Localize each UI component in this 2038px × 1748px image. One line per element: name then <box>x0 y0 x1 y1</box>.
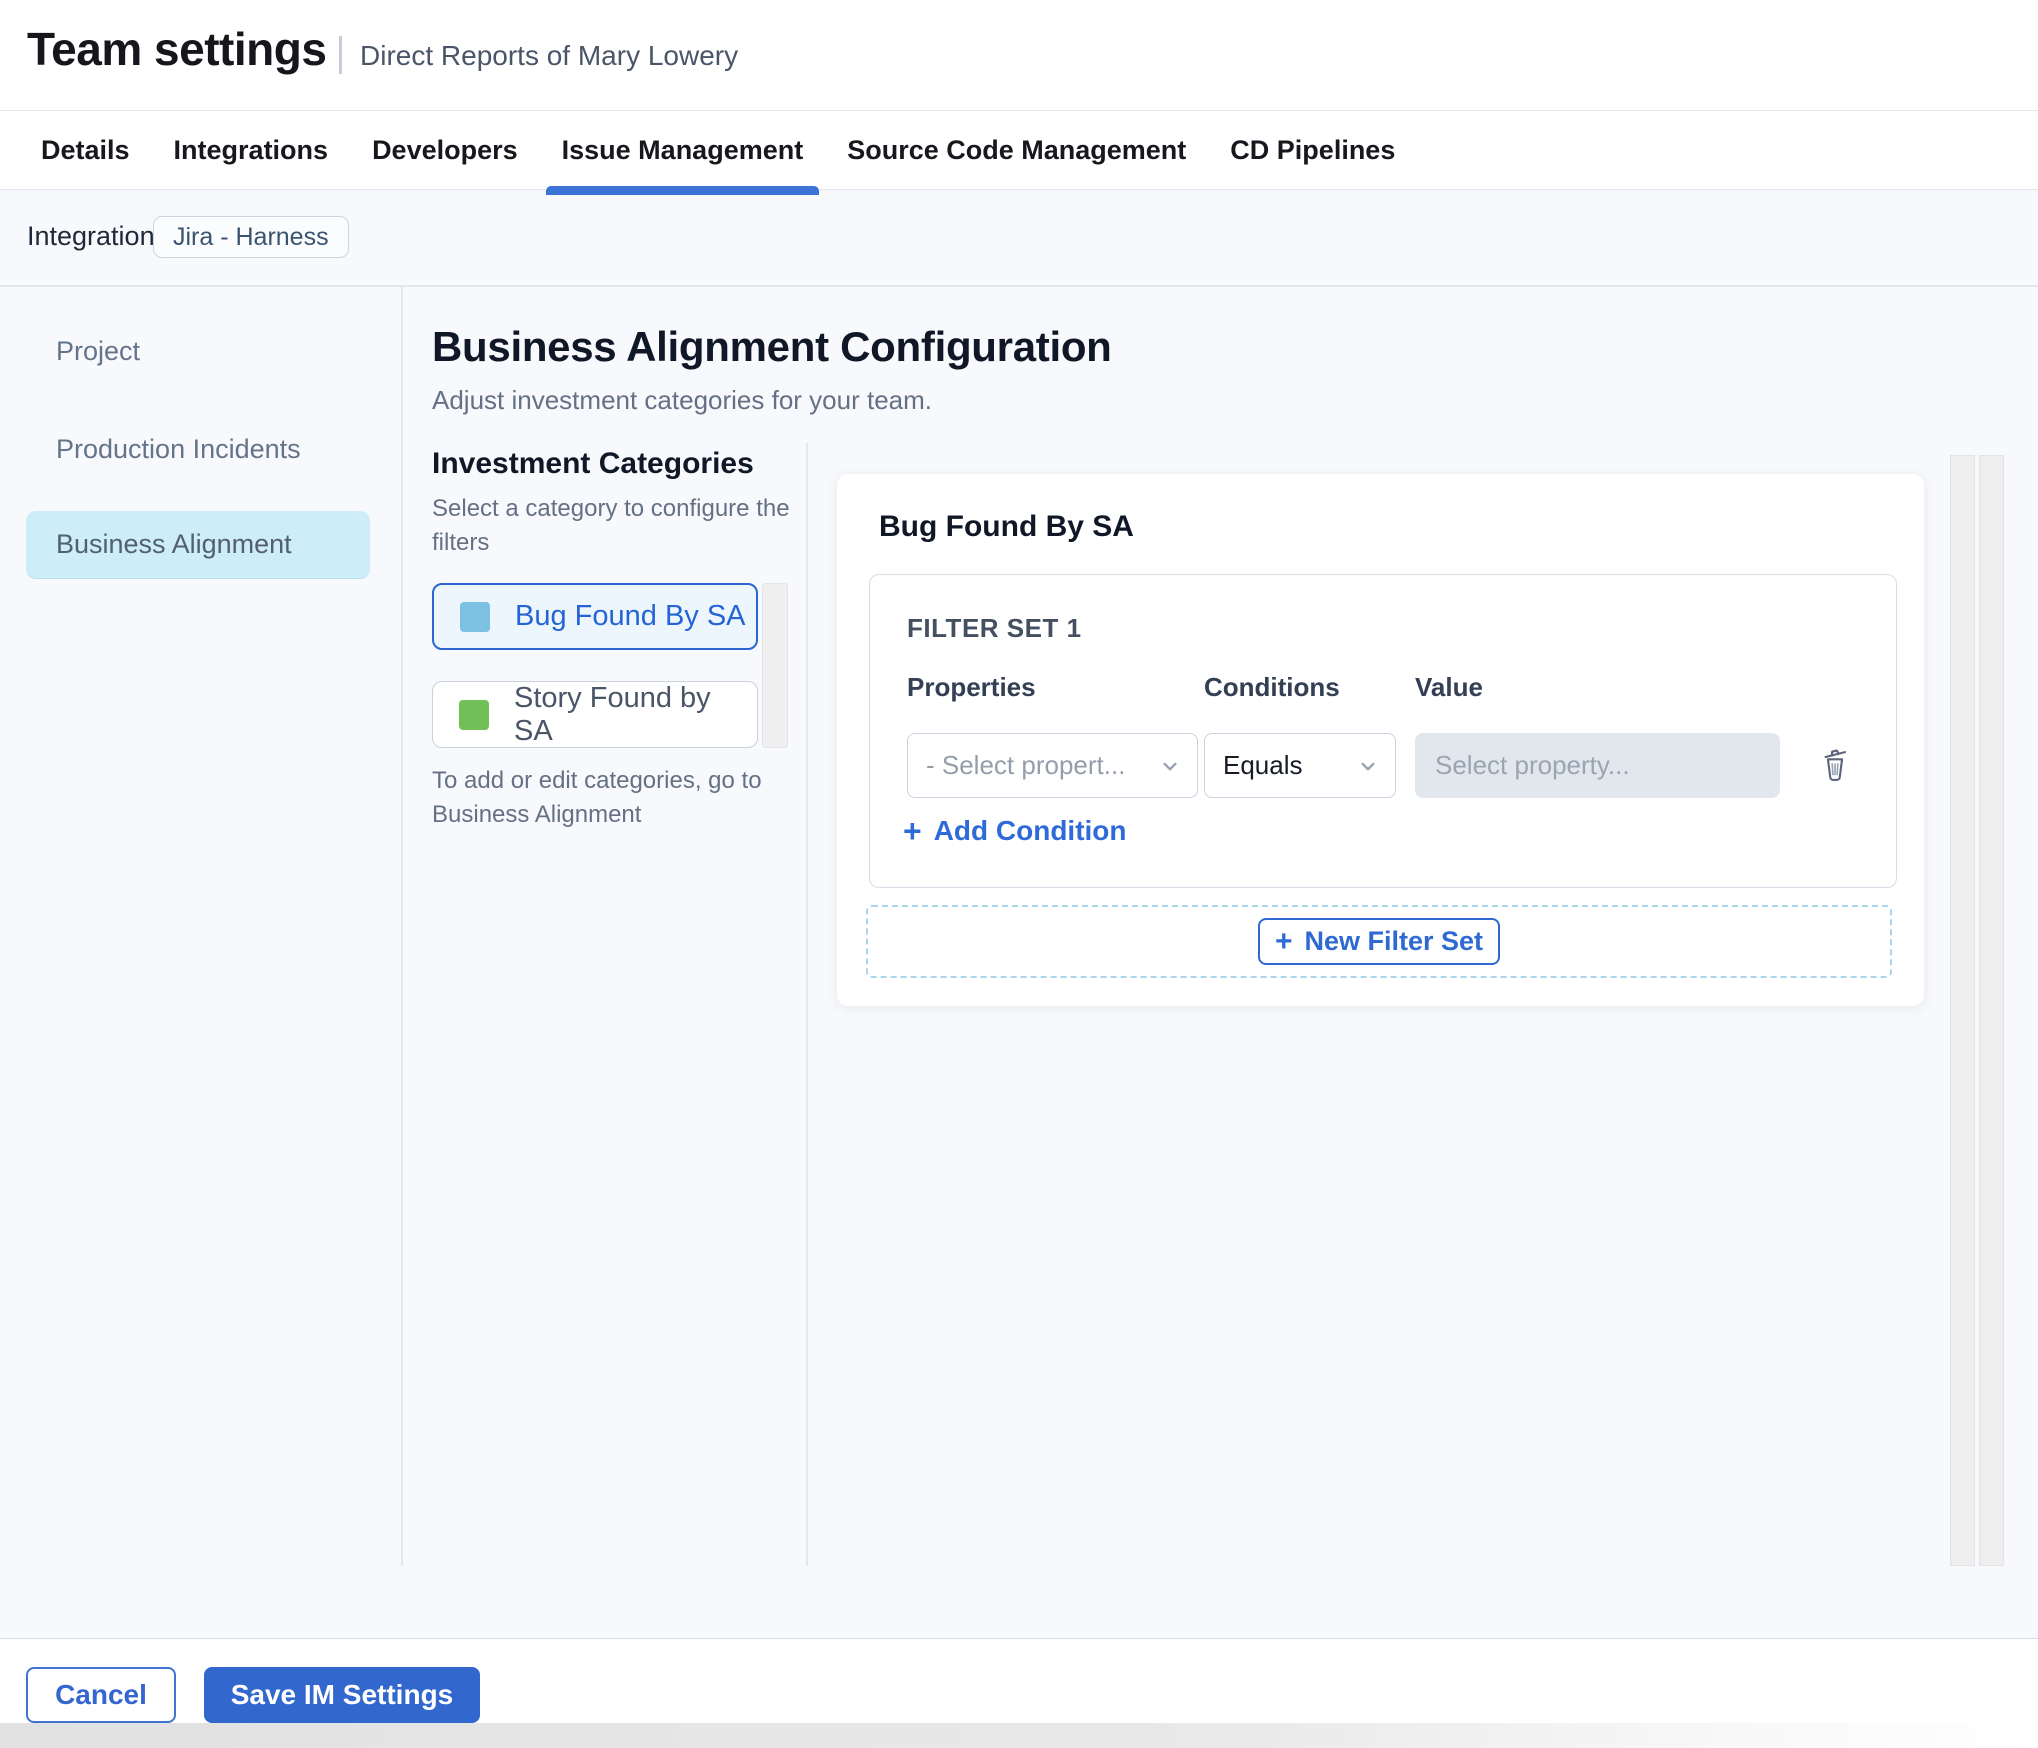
filter-card-title: Bug Found By SA <box>879 510 1134 543</box>
sidebar-item-business-alignment[interactable]: Business Alignment <box>26 511 370 579</box>
bottom-shadow-strip <box>0 1723 2038 1748</box>
cancel-button[interactable]: Cancel <box>26 1667 176 1723</box>
add-condition-label: Add Condition <box>933 815 1127 846</box>
property-select-placeholder: - Select propert... <box>926 750 1126 780</box>
team-settings-page: Team settings Direct Reports of Mary Low… <box>0 0 2038 1748</box>
tab-label: CD Pipelines <box>1230 134 1396 165</box>
tab-label: Issue Management <box>561 134 804 165</box>
sidebar-divider <box>401 286 403 1566</box>
category-label: Bug Found By SA <box>515 600 746 632</box>
categories-divider <box>806 443 808 1566</box>
tab-label: Details <box>41 134 130 165</box>
title-separator <box>339 36 342 74</box>
tab-details[interactable]: Details <box>41 110 130 190</box>
value-input[interactable] <box>1415 733 1780 798</box>
vertical-scrollbar[interactable] <box>1950 455 1975 1566</box>
filter-set-panel: FILTER SET 1 Properties Conditions Value… <box>869 574 1897 888</box>
vertical-scrollbar[interactable] <box>1979 455 2004 1566</box>
chevron-down-icon <box>1163 762 1177 770</box>
condition-select[interactable]: Equals <box>1204 733 1396 798</box>
categories-note: To add or edit categories, go to Busines… <box>432 767 762 828</box>
save-im-settings-button[interactable]: Save IM Settings <box>204 1667 480 1723</box>
breadcrumb-subtitle: Direct Reports of Mary Lowery <box>360 40 739 71</box>
sidebar-item-label: Business Alignment <box>56 529 292 559</box>
column-header-value: Value <box>1415 672 1483 702</box>
sidebar-item-production-incidents[interactable]: Production Incidents <box>56 434 301 465</box>
tab-source-code-management[interactable]: Source Code Management <box>847 110 1186 190</box>
category-label: Story Found by SA <box>514 681 711 747</box>
tab-label: Developers <box>372 134 518 165</box>
plus-icon: + <box>1274 924 1293 958</box>
sidebar-item-project[interactable]: Project <box>56 336 140 367</box>
tab-bar: Details Integrations Developers Issue Ma… <box>0 110 2038 195</box>
tab-issue-management[interactable]: Issue Management <box>545 110 820 195</box>
investment-categories-description: Select a category to configure the filte… <box>432 495 790 556</box>
category-item-bug-found-by-sa[interactable]: Bug Found By SA <box>432 583 758 650</box>
tab-cd-pipelines[interactable]: CD Pipelines <box>1230 110 1395 190</box>
filter-configuration-card: Bug Found By SA FILTER SET 1 Properties … <box>836 473 1925 1007</box>
horizontal-divider <box>0 285 2038 287</box>
plus-icon: + <box>903 813 922 849</box>
tab-integrations[interactable]: Integrations <box>174 110 329 190</box>
active-tab-underline <box>545 186 820 195</box>
integration-badge[interactable]: Jira - Harness <box>153 216 349 258</box>
category-list-scrollbar[interactable] <box>762 583 788 748</box>
delete-condition-button[interactable] <box>1813 741 1857 789</box>
condition-select-value: Equals <box>1223 750 1303 780</box>
integration-label: Integration: <box>27 221 163 251</box>
column-header-properties: Properties <box>907 672 1036 702</box>
property-select[interactable]: - Select propert... <box>907 733 1198 798</box>
new-filter-set-label: New Filter Set <box>1304 926 1484 956</box>
trash-icon <box>1824 749 1847 781</box>
section-title: Business Alignment Configuration <box>432 323 1112 370</box>
tab-label: Integrations <box>173 134 329 165</box>
filter-set-title: FILTER SET 1 <box>907 613 1082 643</box>
category-item-story-found-by-sa[interactable]: Story Found by SA <box>432 681 758 748</box>
add-condition-button[interactable]: + Add Condition <box>903 815 1127 847</box>
category-color-swatch-icon <box>460 601 490 632</box>
chevron-down-icon <box>1361 762 1375 770</box>
page-title: Team settings <box>27 23 327 75</box>
tab-label: Source Code Management <box>847 134 1187 165</box>
tab-developers[interactable]: Developers <box>372 110 518 190</box>
investment-categories-title: Investment Categories <box>432 447 754 480</box>
column-header-conditions: Conditions <box>1204 672 1340 702</box>
new-filter-set-dropzone: + New Filter Set <box>866 905 1892 978</box>
category-color-swatch-icon <box>459 699 489 730</box>
section-subtitle: Adjust investment categories for your te… <box>432 385 933 415</box>
new-filter-set-button[interactable]: + New Filter Set <box>1258 918 1500 965</box>
